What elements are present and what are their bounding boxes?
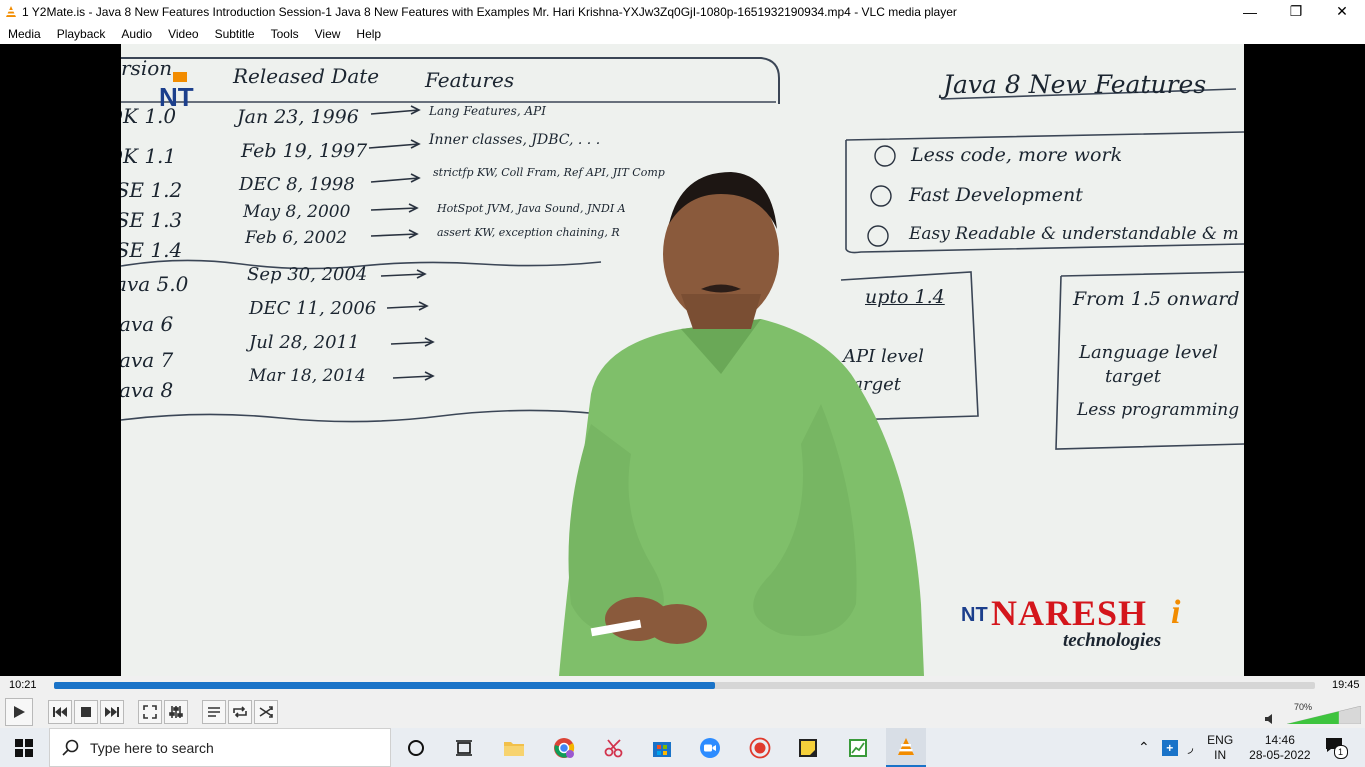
fullscreen-icon xyxy=(143,705,157,719)
speaker-icon[interactable] xyxy=(1265,713,1277,725)
taskbar: Type here to search ⌃ + ◞ ENG IN 14:46 2… xyxy=(0,728,1365,767)
volume-slider[interactable] xyxy=(1287,706,1361,724)
scissors-icon xyxy=(604,739,623,758)
stop-icon xyxy=(81,707,91,717)
clock-time: 14:46 xyxy=(1264,732,1295,747)
system-tray: ⌃ + ◞ ENG IN 14:46 28-05-2022 1 xyxy=(1138,728,1348,767)
loop-button[interactable] xyxy=(228,700,252,724)
video-area[interactable]: NT rsion Released Date Features DK 1.0 J… xyxy=(0,44,1365,676)
vlc-taskbar-button[interactable] xyxy=(886,728,926,767)
record-icon xyxy=(749,737,771,759)
recorder-button[interactable] xyxy=(748,736,772,760)
notepad-button[interactable] xyxy=(846,736,870,760)
controls-row: 70% xyxy=(0,696,1365,728)
language-indicator[interactable]: ENG IN xyxy=(1207,733,1233,763)
maximize-button[interactable]: ❐ xyxy=(1273,0,1319,23)
previous-icon xyxy=(53,707,67,717)
clock[interactable]: 14:46 28-05-2022 xyxy=(1249,733,1310,763)
menu-audio[interactable]: Audio xyxy=(113,27,160,41)
network-icon[interactable]: ◞ xyxy=(1188,739,1193,756)
title-bar: 1 Y2Mate.is - Java 8 New Features Introd… xyxy=(0,0,1365,23)
chrome-icon xyxy=(554,738,575,758)
naresh-logo-i: i xyxy=(1171,594,1181,631)
equalizer-icon xyxy=(169,706,183,718)
seek-bar[interactable] xyxy=(54,682,1315,689)
menu-subtitle[interactable]: Subtitle xyxy=(207,27,263,41)
shuffle-button[interactable] xyxy=(254,700,278,724)
file-explorer-button[interactable] xyxy=(502,736,526,760)
naresh-logo: NT NARESH i technologies xyxy=(961,592,1231,656)
total-time: 19:45 xyxy=(1332,679,1360,691)
notification-button[interactable]: 1 xyxy=(1325,737,1348,759)
vlc-cone-icon xyxy=(898,737,914,755)
taskbar-search[interactable]: Type here to search xyxy=(49,728,391,767)
minimize-button[interactable]: — xyxy=(1227,0,1273,23)
snipping-tool-button[interactable] xyxy=(602,736,626,760)
vlc-cone-icon xyxy=(6,5,16,17)
task-view-icon xyxy=(456,740,472,756)
menu-video[interactable]: Video xyxy=(160,27,206,41)
cortana-button[interactable] xyxy=(404,736,428,760)
close-button[interactable]: ✕ xyxy=(1319,0,1365,23)
menu-playback[interactable]: Playback xyxy=(49,27,114,41)
folder-icon xyxy=(504,742,524,756)
plus-app-icon[interactable]: + xyxy=(1161,739,1178,756)
play-button[interactable] xyxy=(5,698,33,726)
elapsed-time: 10:21 xyxy=(9,679,37,691)
shuffle-icon xyxy=(259,706,273,718)
menu-media[interactable]: Media xyxy=(0,27,49,41)
previous-button[interactable] xyxy=(48,700,72,724)
clock-date: 28-05-2022 xyxy=(1249,747,1311,762)
naresh-logo-nt: NT xyxy=(961,604,988,626)
sticky-notes-button[interactable] xyxy=(796,736,820,760)
next-button[interactable] xyxy=(100,700,124,724)
task-view-button[interactable] xyxy=(452,736,476,760)
naresh-logo-sub: technologies xyxy=(1063,630,1162,651)
zoom-icon xyxy=(700,738,720,758)
chrome-button[interactable] xyxy=(552,736,576,760)
windows-icon xyxy=(15,739,33,757)
sticky-notes-icon xyxy=(799,739,817,757)
menu-view[interactable]: View xyxy=(307,27,349,41)
window-controls: — ❐ ✕ xyxy=(1227,0,1365,23)
stop-button[interactable] xyxy=(74,700,98,724)
playlist-button[interactable] xyxy=(202,700,226,724)
menu-bar: Media Playback Audio Video Subtitle Tool… xyxy=(0,23,1365,44)
search-icon xyxy=(62,739,79,756)
search-placeholder: Type here to search xyxy=(90,739,214,756)
menu-tools[interactable]: Tools xyxy=(263,27,307,41)
play-icon xyxy=(14,706,25,718)
notification-count: 1 xyxy=(1333,744,1348,759)
store-icon xyxy=(653,742,671,757)
naresh-logo-text: NARESH xyxy=(991,593,1148,633)
lang-code: ENG xyxy=(1207,732,1234,747)
store-button[interactable] xyxy=(650,736,674,760)
seek-progress xyxy=(54,682,715,689)
playlist-icon xyxy=(208,707,220,717)
chart-app-icon xyxy=(849,739,867,757)
chevron-up-icon[interactable]: ⌃ xyxy=(1138,739,1150,756)
extended-settings-button[interactable] xyxy=(164,700,188,724)
fullscreen-button[interactable] xyxy=(138,700,162,724)
cortana-icon xyxy=(408,740,424,756)
zoom-button[interactable] xyxy=(698,736,722,760)
next-icon xyxy=(105,707,119,717)
window-title: 1 Y2Mate.is - Java 8 New Features Introd… xyxy=(22,4,957,19)
menu-help[interactable]: Help xyxy=(348,27,389,41)
start-button[interactable] xyxy=(12,736,36,760)
lang-region: IN xyxy=(1214,747,1227,762)
seek-row: 10:21 19:45 xyxy=(0,676,1365,696)
video-frame: NT rsion Released Date Features DK 1.0 J… xyxy=(121,44,1244,676)
loop-icon xyxy=(233,706,247,718)
presenter-figure xyxy=(559,172,924,676)
